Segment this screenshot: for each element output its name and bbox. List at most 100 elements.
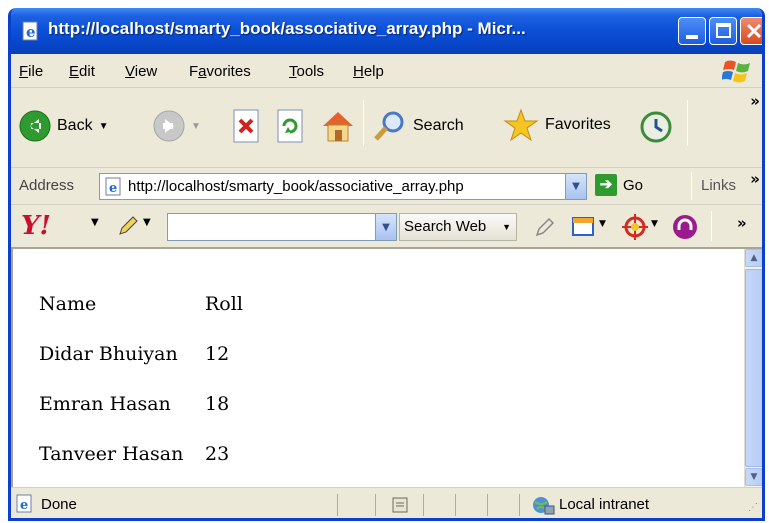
table-cell: Emran Hasan	[39, 393, 171, 415]
history-icon[interactable]	[639, 110, 673, 144]
yahoo-overflow[interactable]: »	[737, 214, 747, 232]
ie-page-icon: e	[16, 494, 32, 513]
status-divider	[455, 494, 456, 516]
refresh-icon[interactable]	[273, 108, 307, 144]
chevron-down-icon[interactable]: ▼	[143, 217, 151, 228]
vertical-scrollbar[interactable]: ▲ ▼	[744, 249, 762, 487]
search-web-button[interactable]: Search Web ▼	[399, 213, 517, 241]
go-button[interactable]: ➔ Go	[595, 174, 643, 196]
windows-logo-icon	[722, 60, 750, 83]
intranet-globe-icon	[533, 497, 555, 515]
table-cell: 18	[205, 393, 230, 415]
window-icon[interactable]	[571, 215, 597, 239]
status-bar: e Done Local intranet ⋰	[11, 487, 762, 518]
table-row: Tanveer Hasan 23	[39, 429, 249, 479]
address-input[interactable]: e http://localhost/smarty_book/associati…	[99, 173, 587, 200]
page-status-icon	[392, 497, 408, 513]
table-row: Didar Bhuiyan 12	[39, 329, 249, 379]
svg-text:e: e	[109, 181, 117, 196]
address-url: http://localhost/smarty_book/associative…	[128, 178, 464, 195]
chevron-down-icon[interactable]: ▼	[99, 121, 109, 132]
search-dropdown-button[interactable]: ▼	[375, 214, 396, 240]
search-label: Search	[413, 117, 464, 134]
star-icon	[503, 108, 539, 142]
associative-array-table: Name Roll Didar Bhuiyan 12 Emran Hasan 1…	[39, 279, 249, 479]
crosshair-icon[interactable]	[621, 213, 649, 241]
favorites-button[interactable]: Favorites	[503, 108, 611, 142]
menu-favorites[interactable]: Favorites	[189, 63, 251, 80]
status-divider	[337, 494, 338, 516]
menu-bar: File Edit View Favorites Tools Help	[11, 54, 762, 88]
toolbar-separator	[687, 100, 688, 146]
menu-tools[interactable]: Tools	[289, 63, 324, 80]
back-button[interactable]: Back ▼	[19, 110, 108, 142]
back-arrow-icon	[19, 110, 51, 142]
links-overflow[interactable]: »	[750, 170, 760, 188]
maximize-button[interactable]	[709, 17, 737, 45]
table-cell: 12	[205, 343, 230, 365]
page-content: Name Roll Didar Bhuiyan 12 Emran Hasan 1…	[11, 249, 744, 487]
headphones-icon[interactable]	[671, 213, 699, 241]
forward-button[interactable]: ▼	[153, 110, 201, 142]
chevron-down-icon[interactable]: ▼	[91, 217, 99, 228]
forward-arrow-icon	[153, 110, 185, 142]
toolbar-overflow[interactable]: »	[750, 92, 760, 110]
title-bar[interactable]: e http://localhost/smarty_book/associati…	[11, 8, 762, 54]
yahoo-search-input[interactable]: ▼	[167, 213, 397, 241]
standard-toolbar: Back ▼ ▼ Search Favorites »	[11, 88, 762, 168]
resize-grip-icon[interactable]: ⋰	[748, 502, 758, 513]
scroll-down-button[interactable]: ▼	[745, 468, 762, 486]
menu-help[interactable]: Help	[353, 63, 384, 80]
table-row: Name Roll	[39, 279, 249, 329]
status-divider	[423, 494, 424, 516]
table-row: Emran Hasan 18	[39, 379, 249, 429]
ie-page-icon: e	[22, 21, 38, 41]
go-arrow-icon: ➔	[595, 174, 617, 196]
minimize-button[interactable]	[678, 17, 706, 45]
status-text: Done	[41, 496, 77, 513]
scroll-thumb[interactable]	[745, 269, 762, 467]
yahoo-logo[interactable]: Y!	[21, 211, 51, 241]
toolbar-separator	[363, 100, 364, 146]
ie-page-icon: e	[105, 177, 121, 196]
status-divider	[519, 494, 520, 516]
table-cell: Roll	[205, 293, 243, 315]
chevron-down-icon[interactable]: ▼	[599, 219, 606, 229]
menu-view[interactable]: View	[125, 63, 157, 80]
table-cell: Didar Bhuiyan	[39, 343, 178, 365]
links-label[interactable]: Links	[701, 177, 736, 194]
window-title: http://localhost/smarty_book/associative…	[48, 19, 526, 38]
chevron-down-icon[interactable]: ▼	[191, 121, 201, 132]
search-button[interactable]: Search	[373, 110, 464, 142]
close-button[interactable]	[740, 17, 762, 45]
toolbar-separator	[691, 172, 692, 200]
search-icon	[374, 111, 404, 141]
address-dropdown-button[interactable]: ▼	[565, 174, 586, 199]
status-divider	[375, 494, 376, 516]
zone-text: Local intranet	[559, 496, 650, 513]
menu-file[interactable]: File	[19, 63, 43, 80]
address-bar: Address e http://localhost/smarty_book/a…	[11, 168, 762, 205]
status-divider	[487, 494, 488, 516]
favorites-label: Favorites	[545, 116, 611, 133]
menu-edit[interactable]: Edit	[69, 63, 95, 80]
pencil-icon[interactable]	[115, 213, 141, 239]
yahoo-toolbar: Y! ▼ ▼ ▼ Search Web ▼ ▼ ▼ »	[11, 205, 762, 249]
address-label: Address	[19, 177, 75, 194]
chevron-down-icon: ▼	[502, 222, 511, 232]
chevron-down-icon: ▼	[750, 472, 758, 482]
back-label: Back	[57, 117, 93, 134]
svg-text:e: e	[26, 23, 36, 41]
stop-icon[interactable]	[229, 108, 263, 144]
table-cell: Tanveer Hasan	[39, 443, 184, 465]
scroll-up-button[interactable]: ▲	[745, 249, 762, 267]
svg-text:e: e	[20, 498, 28, 513]
home-icon[interactable]	[319, 108, 357, 144]
table-cell: 23	[205, 443, 230, 465]
chevron-down-icon: ▼	[572, 181, 580, 192]
highlighter-icon[interactable]	[533, 215, 557, 239]
chevron-down-icon[interactable]: ▼	[651, 219, 658, 229]
close-icon	[746, 23, 762, 39]
browser-window: e http://localhost/smarty_book/associati…	[8, 8, 765, 521]
chevron-up-icon: ▲	[750, 253, 758, 263]
